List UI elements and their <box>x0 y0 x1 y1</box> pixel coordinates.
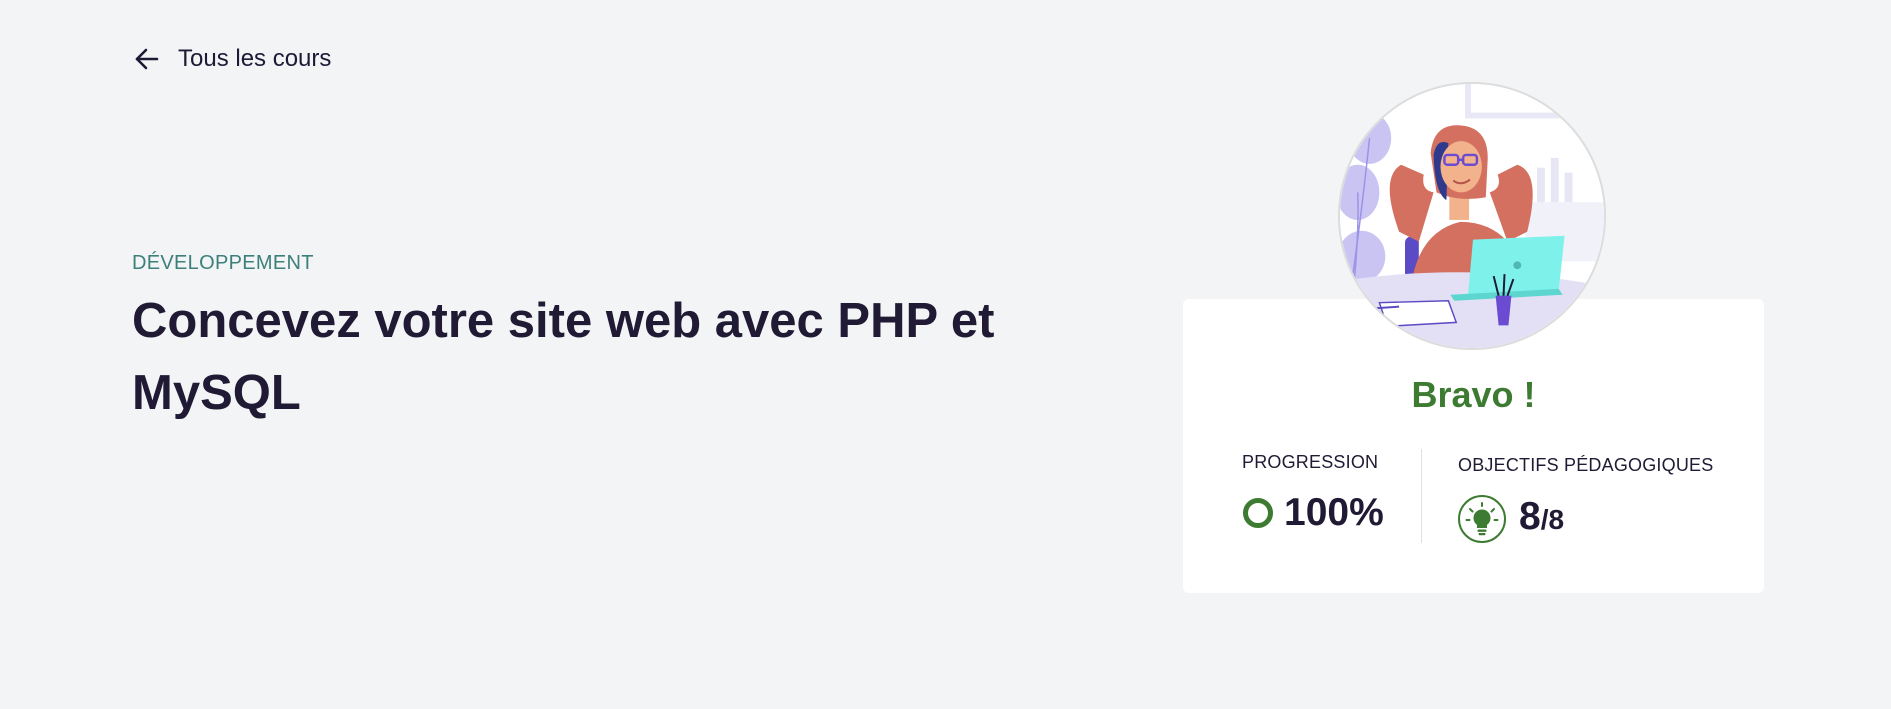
course-title: Concevez votre site web avec PHP et MySQ… <box>132 294 995 420</box>
objectives-label: OBJECTIFS PÉDAGOGIQUES <box>1458 455 1714 475</box>
course-illustration <box>1338 82 1606 350</box>
back-link-label: Tous les cours <box>178 45 332 72</box>
stats-divider <box>1421 449 1422 543</box>
lightbulb-icon <box>1458 495 1506 543</box>
progress-value: 100% <box>1284 491 1384 534</box>
course-category: DÉVELOPPEMENT <box>132 252 314 274</box>
objectives-done: 8 <box>1519 495 1541 538</box>
back-to-courses-link[interactable]: Tous les cours <box>132 44 331 74</box>
arrow-left-icon <box>132 44 162 74</box>
progress-ring-icon <box>1243 498 1273 528</box>
completion-headline: Bravo ! <box>1411 374 1536 415</box>
objectives-total: 8 <box>1548 504 1565 535</box>
progress-label: PROGRESSION <box>1242 452 1379 472</box>
objectives-value: 8/8 <box>1519 495 1564 539</box>
